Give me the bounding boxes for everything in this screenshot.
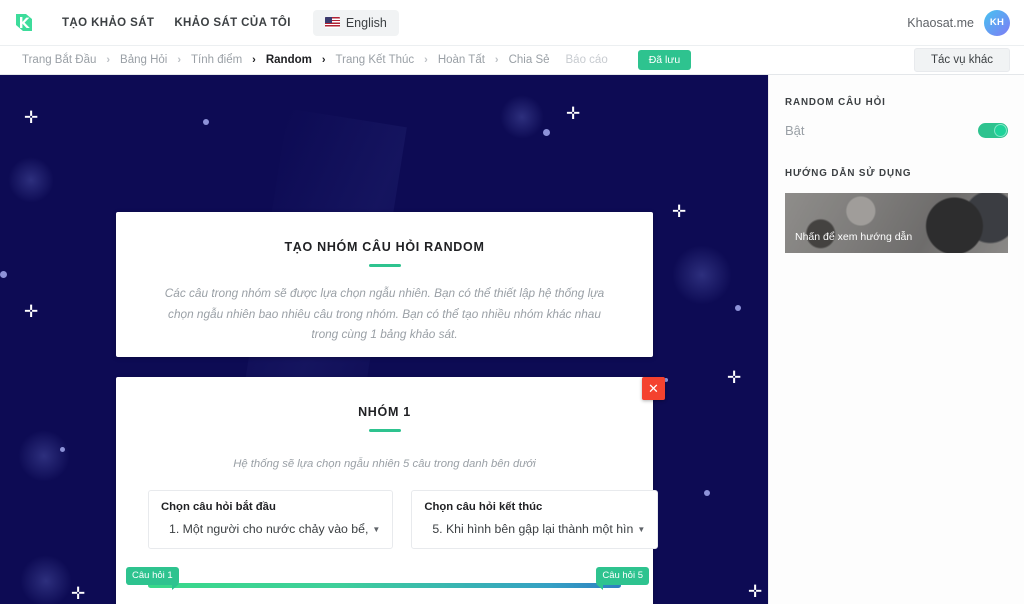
language-label: English <box>345 15 387 30</box>
end-question-value-row: 5. Khi hình bên gập lại thành một hìn ▼ <box>424 522 645 536</box>
breadcrumb-item-trang-bat-dau[interactable]: Trang Bắt Đầu <box>14 54 104 66</box>
breadcrumb-separator-icon: › <box>424 54 428 66</box>
random-question-section: RANDOM CÂU HỎI Bật <box>769 75 1024 138</box>
breadcrumb: Trang Bắt Đầu › Bảng Hỏi › Tính điểm › R… <box>0 45 1024 75</box>
decorative-plus-icon: ✛ <box>24 302 39 321</box>
intro-card-description: Các câu trong nhóm sẽ được lựa chọn ngẫu… <box>164 286 605 342</box>
background-glow <box>672 245 732 305</box>
random-question-toggle-label: Bật <box>785 123 805 138</box>
background-glow <box>8 157 54 203</box>
random-question-toggle[interactable] <box>978 123 1008 138</box>
breadcrumb-item-bao-cao: Báo cáo <box>565 54 608 66</box>
nav-link-my-surveys[interactable]: KHẢO SÁT CỦA TÔI <box>164 11 301 35</box>
breadcrumb-separator-icon: › <box>494 54 499 66</box>
breadcrumb-item-chia-se[interactable]: Chia Sẻ <box>501 54 558 66</box>
question-range-slider[interactable]: Câu hỏi 1 Câu hỏi 5 <box>126 567 649 595</box>
other-actions-button[interactable]: Tác vụ khác <box>914 48 1010 72</box>
start-question-value-row: 1. Một người cho nước chảy vào bể, ▼ <box>161 522 380 536</box>
close-icon[interactable]: ✕ <box>642 377 665 400</box>
decorative-dot <box>704 490 710 496</box>
decorative-dot <box>60 447 65 452</box>
chevron-down-icon[interactable]: ▼ <box>637 525 645 534</box>
background-glow <box>500 95 544 139</box>
decorative-plus-icon: ✛ <box>71 584 86 603</box>
decorative-plus-icon: ✛ <box>748 582 763 601</box>
decorative-dot <box>0 271 7 278</box>
intro-card-title: TẠO NHÓM CÂU HỎI RANDOM <box>284 240 485 254</box>
decorative-plus-icon: ✛ <box>727 368 742 387</box>
page-body: ✛ ✛ ✛ ✛ ✛ ✛ ✛ ✛ TẠO NHÓM CÂU HỎI RANDOM … <box>0 75 1024 604</box>
survey-canvas: ✛ ✛ ✛ ✛ ✛ ✛ ✛ ✛ TẠO NHÓM CÂU HỎI RANDOM … <box>0 75 768 604</box>
guide-banner[interactable]: Nhấn để xem hướng dẫn <box>785 193 1008 253</box>
language-selector[interactable]: English <box>312 9 399 36</box>
decorative-dot <box>735 305 741 311</box>
breadcrumb-item-hoan-tat[interactable]: Hoàn Tất <box>430 54 493 66</box>
us-flag-icon <box>324 17 340 28</box>
breadcrumb-separator-icon: › <box>321 54 326 66</box>
random-question-heading: RANDOM CÂU HỎI <box>785 97 886 108</box>
end-question-label: Chọn câu hỏi kết thúc <box>424 501 543 513</box>
slider-track[interactable] <box>148 583 621 588</box>
end-question-value: 5. Khi hình bên gập lại thành một hìn <box>432 522 634 536</box>
chevron-down-icon[interactable]: ▼ <box>372 525 380 534</box>
intro-card: TẠO NHÓM CÂU HỎI RANDOM Các câu trong nh… <box>116 212 653 357</box>
guide-section: HƯỚNG DẪN SỬ DỤNG Nhấn để xem hướng dẫn <box>769 138 1024 253</box>
breadcrumb-item-random[interactable]: Random <box>258 54 320 66</box>
start-question-select[interactable]: Chọn câu hỏi bắt đầu 1. Một người cho nư… <box>148 490 394 549</box>
account-name[interactable]: Khaosat.me <box>907 16 974 30</box>
background-glow <box>18 430 70 482</box>
title-underline <box>368 429 401 432</box>
avatar[interactable]: KH <box>984 9 1010 36</box>
decorative-plus-icon: ✛ <box>672 202 687 221</box>
random-question-toggle-row: Bật <box>785 123 1008 138</box>
start-question-value: 1. Một người cho nước chảy vào bể, <box>169 522 369 536</box>
slider-handle-start[interactable]: Câu hỏi 1 <box>126 567 179 590</box>
background-glow <box>20 555 72 604</box>
status-badge-saved[interactable]: Đã lưu <box>637 50 692 70</box>
top-navbar: TẠO KHẢO SÁT KHẢO SÁT CỦA TÔI English Kh… <box>0 0 1024 45</box>
decorative-dot <box>203 119 209 125</box>
end-question-select[interactable]: Chọn câu hỏi kết thúc 5. Khi hình bên gậ… <box>411 490 659 549</box>
brand-logo-icon[interactable] <box>10 9 38 37</box>
breadcrumb-separator-icon: › <box>106 54 111 66</box>
settings-sidebar: RANDOM CÂU HỎI Bật HƯỚNG DẪN SỬ DỤNG Nhấ… <box>768 75 1024 604</box>
breadcrumb-item-bang-hoi[interactable]: Bảng Hỏi <box>112 54 175 66</box>
decorative-plus-icon: ✛ <box>566 104 581 123</box>
guide-banner-text: Nhấn để xem hướng dẫn <box>795 231 913 243</box>
title-underline <box>368 264 401 267</box>
group-card-hint: Hệ thống sẽ lựa chọn ngẫu nhiên 5 câu tr… <box>233 458 536 470</box>
guide-heading: HƯỚNG DẪN SỬ DỤNG <box>785 168 912 179</box>
guide-banner-overlay <box>785 193 1008 253</box>
start-question-label: Chọn câu hỏi bắt đầu <box>161 501 276 513</box>
decorative-plus-icon: ✛ <box>24 108 39 127</box>
breadcrumb-item-tinh-diem[interactable]: Tính điểm <box>183 54 250 66</box>
breadcrumb-item-trang-ket-thuc[interactable]: Trang Kết Thúc <box>328 54 423 66</box>
decorative-dot <box>543 129 550 136</box>
breadcrumb-separator-icon: › <box>252 54 256 66</box>
breadcrumb-separator-icon: › <box>177 54 182 66</box>
question-range-selects: Chọn câu hỏi bắt đầu 1. Một người cho nư… <box>148 490 659 549</box>
group-card: ✕ NHÓM 1 Hệ thống sẽ lựa chọn ngẫu nhiên… <box>116 377 665 604</box>
group-card-title: NHÓM 1 <box>358 405 411 419</box>
nav-link-create-survey[interactable]: TẠO KHẢO SÁT <box>52 11 164 35</box>
slider-handle-end[interactable]: Câu hỏi 5 <box>596 567 649 590</box>
